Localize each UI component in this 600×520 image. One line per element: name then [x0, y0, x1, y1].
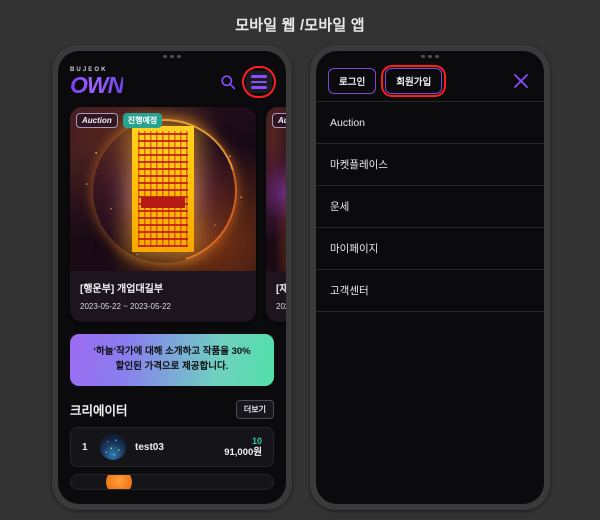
artwork-badges: Auction [272, 113, 286, 128]
badge-status: 진행예정 [122, 113, 163, 128]
artwork-title: [재 [276, 284, 286, 295]
status-bar-dot [435, 54, 439, 58]
close-x-icon[interactable] [510, 70, 532, 92]
artwork-carousel[interactable]: Auction 진행예정 [행운부] 개업대길부 2023-05-22 ~ 20… [58, 103, 286, 322]
signup-button[interactable]: 회원가입 [385, 68, 443, 94]
creator-section-header: 크리에이터 더보기 [70, 400, 274, 419]
artwork-date-range: 2023-05-22 ~ 2023-05-22 [80, 302, 171, 311]
menu-item-mypage[interactable]: 마이페이지 [316, 228, 544, 270]
artwork-meta: [재 202 [266, 271, 286, 322]
creator-price: 91,000원 [224, 446, 262, 458]
artwork-sparks [70, 107, 256, 271]
status-bar-dot [177, 54, 181, 58]
drawer-header: 로그인 회원가입 [316, 61, 544, 101]
artwork-title: [행운부] 개업대길부 [80, 284, 164, 295]
phone-mockup-mobile-web: BUJEOK OWN Auction 진행예정 [행운부] 개업대길부 2023… [52, 45, 292, 510]
artwork-image: Auction [266, 107, 286, 271]
artwork-card[interactable]: Auction 진행예정 [행운부] 개업대길부 2023-05-22 ~ 20… [70, 107, 256, 322]
menu-item-fortune[interactable]: 운세 [316, 186, 544, 228]
creator-rank: 1 [82, 441, 88, 453]
promo-text: ‘하늘’작가에 대해 소개하고 작품을 30% 할인된 가격으로 제공합니다. [93, 345, 250, 374]
hamburger-bar [251, 75, 267, 78]
creator-section-title: 크리에이터 [70, 404, 128, 418]
drawer-menu-list: Auction 마켓플레이스 운세 마이페이지 고객센터 [316, 101, 544, 312]
mobile-web-screen: BUJEOK OWN Auction 진행예정 [행운부] 개업대길부 2023… [58, 51, 286, 504]
menu-item-marketplace[interactable]: 마켓플레이스 [316, 144, 544, 186]
creator-stats: 10 91,000원 [224, 435, 262, 460]
artwork-image: Auction 진행예정 [70, 107, 256, 271]
app-header: BUJEOK OWN [58, 61, 286, 103]
status-bar-dot [421, 54, 425, 58]
mobile-app-screen: 로그인 회원가입 Auction 마켓플레이스 운세 마이페이지 고객센터 [316, 51, 544, 504]
promo-line-1: ‘하늘’작가에 대해 소개하고 작품을 30% [93, 346, 251, 358]
menu-item-auction[interactable]: Auction [316, 102, 544, 144]
signup-highlight-annotation: 회원가입 [381, 65, 447, 97]
status-bar [58, 51, 286, 61]
avatar [100, 434, 126, 460]
creator-more-button[interactable]: 더보기 [235, 400, 274, 419]
avatar [106, 475, 132, 489]
status-bar-dot [170, 54, 174, 58]
status-bar-dot [428, 54, 432, 58]
menu-item-customer-center[interactable]: 고객센터 [316, 270, 544, 312]
hamburger-bar [251, 86, 267, 89]
artwork-badges: Auction 진행예정 [76, 113, 163, 128]
brand-logo[interactable]: BUJEOK OWN [70, 67, 124, 98]
creator-list-item[interactable] [70, 474, 274, 490]
phone-mockup-mobile-app: 로그인 회원가입 Auction 마켓플레이스 운세 마이페이지 고객센터 [310, 45, 550, 510]
artwork-card[interactable]: Auction [재 202 [266, 107, 286, 322]
promo-banner[interactable]: ‘하늘’작가에 대해 소개하고 작품을 30% 할인된 가격으로 제공합니다. [70, 334, 274, 386]
menu-highlight-annotation [242, 66, 276, 98]
hamburger-menu-icon[interactable] [246, 71, 272, 93]
login-button[interactable]: 로그인 [328, 68, 377, 94]
logo-wordmark: OWN [70, 72, 124, 98]
status-bar [316, 51, 544, 61]
badge-auction: Auction [272, 113, 286, 128]
hamburger-bar [251, 80, 267, 84]
search-icon[interactable] [218, 72, 238, 92]
creator-name: test03 [135, 441, 164, 453]
artwork-date-range: 202 [276, 302, 286, 311]
promo-line-2: 할인된 가격으로 제공합니다. [115, 361, 229, 372]
header-actions [218, 66, 276, 98]
page-title: 모바일 웹 /모바일 앱 [235, 17, 365, 34]
creator-list-item[interactable]: 1 test03 10 91,000원 [70, 427, 274, 467]
creator-item-count: 10 [251, 435, 262, 446]
badge-auction: Auction [76, 113, 118, 128]
artwork-meta: [행운부] 개업대길부 2023-05-22 ~ 2023-05-22 [70, 271, 256, 322]
status-bar-dot [163, 54, 167, 58]
